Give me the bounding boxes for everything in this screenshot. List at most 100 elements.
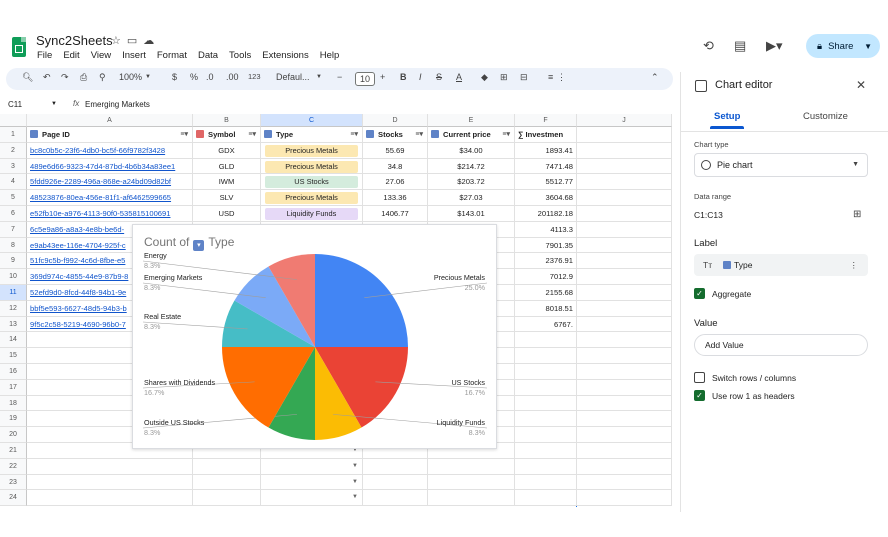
font-caret-icon[interactable]: ▼ (316, 74, 322, 80)
cell[interactable]: ▼Precious Metals (261, 142, 363, 159)
cell[interactable]: bc8c0b5c-23f6-4db0-bc5f-66f9782f3428 (27, 142, 193, 159)
switch-rows-checkbox[interactable] (694, 372, 705, 383)
share-button[interactable]: 🔒︎ Share ▼ (806, 34, 880, 58)
folder-icon[interactable]: ▭ (127, 35, 137, 47)
print-icon[interactable]: ⎙ (80, 72, 87, 83)
cell[interactable]: 3604.68 (515, 190, 577, 206)
more-vert-icon[interactable]: ⋮ (850, 254, 859, 276)
cell[interactable] (27, 474, 193, 491)
filter-icon[interactable]: ≡▾ (415, 127, 423, 142)
formula-input[interactable]: Emerging Markets (85, 100, 150, 109)
cell[interactable] (515, 364, 577, 380)
row-header[interactable]: 1 (0, 127, 27, 143)
cell[interactable] (428, 458, 515, 475)
row-header[interactable]: 14 (0, 332, 27, 349)
cell[interactable]: 7012.9 (515, 269, 577, 285)
row-header[interactable]: 5 (0, 190, 27, 206)
name-box[interactable]: C11 (8, 100, 22, 109)
filter-icon[interactable]: ≡▾ (502, 127, 510, 142)
menu-data[interactable]: Data (198, 50, 218, 61)
cell[interactable] (577, 395, 672, 412)
cell[interactable] (577, 364, 672, 380)
filter-icon[interactable]: ≡▾ (350, 127, 358, 142)
cell[interactable] (577, 269, 672, 285)
dropdown-chevron-icon[interactable]: ▼ (352, 475, 358, 490)
type-chip[interactable]: US Stocks (265, 176, 358, 189)
cell[interactable]: 27.06 (363, 174, 428, 191)
column-header-a[interactable]: A (27, 114, 193, 127)
aggregate-checkbox[interactable]: ✓ (694, 288, 705, 299)
cell[interactable] (577, 206, 672, 222)
cell[interactable] (577, 379, 672, 396)
type-chip[interactable]: Precious Metals (265, 160, 358, 173)
cell[interactable]: 1893.41 (515, 142, 577, 159)
cell[interactable]: Stocks ≡▾ (363, 127, 428, 143)
fill-color-icon[interactable]: ◆ (481, 72, 488, 83)
column-header-f[interactable]: F (515, 114, 577, 127)
menu-edit[interactable]: Edit (63, 50, 79, 61)
align-icon[interactable]: ≡ (548, 72, 553, 82)
cell[interactable] (515, 474, 577, 491)
zoom-caret-icon[interactable]: ▼ (145, 74, 151, 80)
cell[interactable] (515, 411, 577, 428)
cell[interactable]: ▼Liquidity Funds (261, 206, 363, 222)
row-header[interactable]: 8 (0, 237, 27, 254)
cell[interactable] (363, 474, 428, 491)
cell[interactable] (577, 190, 672, 206)
cell[interactable]: 201182.18 (515, 206, 577, 222)
cell[interactable] (577, 458, 672, 475)
cell[interactable] (577, 474, 672, 491)
column-header-c[interactable]: C (261, 114, 363, 127)
cell[interactable] (515, 490, 577, 507)
cell[interactable] (428, 474, 515, 491)
row-header[interactable]: 23 (0, 474, 27, 491)
cell[interactable] (577, 253, 672, 270)
cell[interactable]: SLV (193, 190, 261, 206)
cell[interactable] (193, 474, 261, 491)
cell[interactable]: ▼ (261, 474, 363, 491)
column-header-b[interactable]: B (193, 114, 261, 127)
text-color-button[interactable]: A (456, 72, 462, 82)
row-header[interactable]: 10 (0, 269, 27, 285)
filter-icon[interactable]: ≡▾ (180, 127, 188, 142)
cell[interactable]: Current price ≡▾ (428, 127, 515, 143)
row-header[interactable]: 18 (0, 395, 27, 412)
cell[interactable]: $214.72 (428, 158, 515, 175)
cell[interactable] (515, 332, 577, 349)
font-select[interactable]: Defaul... (276, 72, 310, 82)
cell[interactable]: 1406.77 (363, 206, 428, 222)
close-icon[interactable]: ✕ (856, 78, 866, 92)
cloud-icon[interactable]: ☁ (143, 35, 154, 47)
dropdown-chevron-icon[interactable]: ▼ (352, 490, 358, 505)
search-menus-icon[interactable]: 🔍︎ (22, 72, 33, 83)
cell[interactable]: 5512.77 (515, 174, 577, 191)
cell[interactable]: $203.72 (428, 174, 515, 191)
undo-icon[interactable]: ↶ (43, 72, 51, 83)
type-chip[interactable]: Precious Metals (265, 144, 358, 157)
cell[interactable]: 4113.3 (515, 221, 577, 238)
menu-format[interactable]: Format (157, 50, 187, 61)
cell[interactable]: ▼ (261, 458, 363, 475)
cell[interactable]: 6767. (515, 316, 577, 333)
cell[interactable]: $143.01 (428, 206, 515, 222)
cell[interactable]: 7471.48 (515, 158, 577, 175)
redo-icon[interactable]: ↷ (61, 72, 69, 83)
decrease-font-size-button[interactable]: − (337, 72, 342, 82)
label-field-chip[interactable]: Tт Type ⋮ (694, 254, 868, 276)
cell[interactable] (577, 411, 672, 428)
cell[interactable] (27, 490, 193, 507)
percent-format-button[interactable]: % (190, 72, 198, 82)
cell[interactable] (515, 379, 577, 396)
tab-setup[interactable]: Setup (709, 111, 745, 129)
type-chip[interactable]: Liquidity Funds (265, 208, 358, 220)
strikethrough-button[interactable]: S (436, 72, 442, 82)
row-header[interactable]: 20 (0, 427, 27, 443)
cell[interactable] (577, 127, 672, 143)
chart-type-select[interactable]: Pie chart ▼ (694, 153, 868, 177)
cell[interactable]: 2376.91 (515, 253, 577, 270)
menu-file[interactable]: File (37, 50, 52, 61)
menu-help[interactable]: Help (320, 50, 340, 61)
column-header-d[interactable]: D (363, 114, 428, 127)
cell[interactable] (515, 348, 577, 364)
type-chip[interactable]: Precious Metals (265, 192, 358, 205)
